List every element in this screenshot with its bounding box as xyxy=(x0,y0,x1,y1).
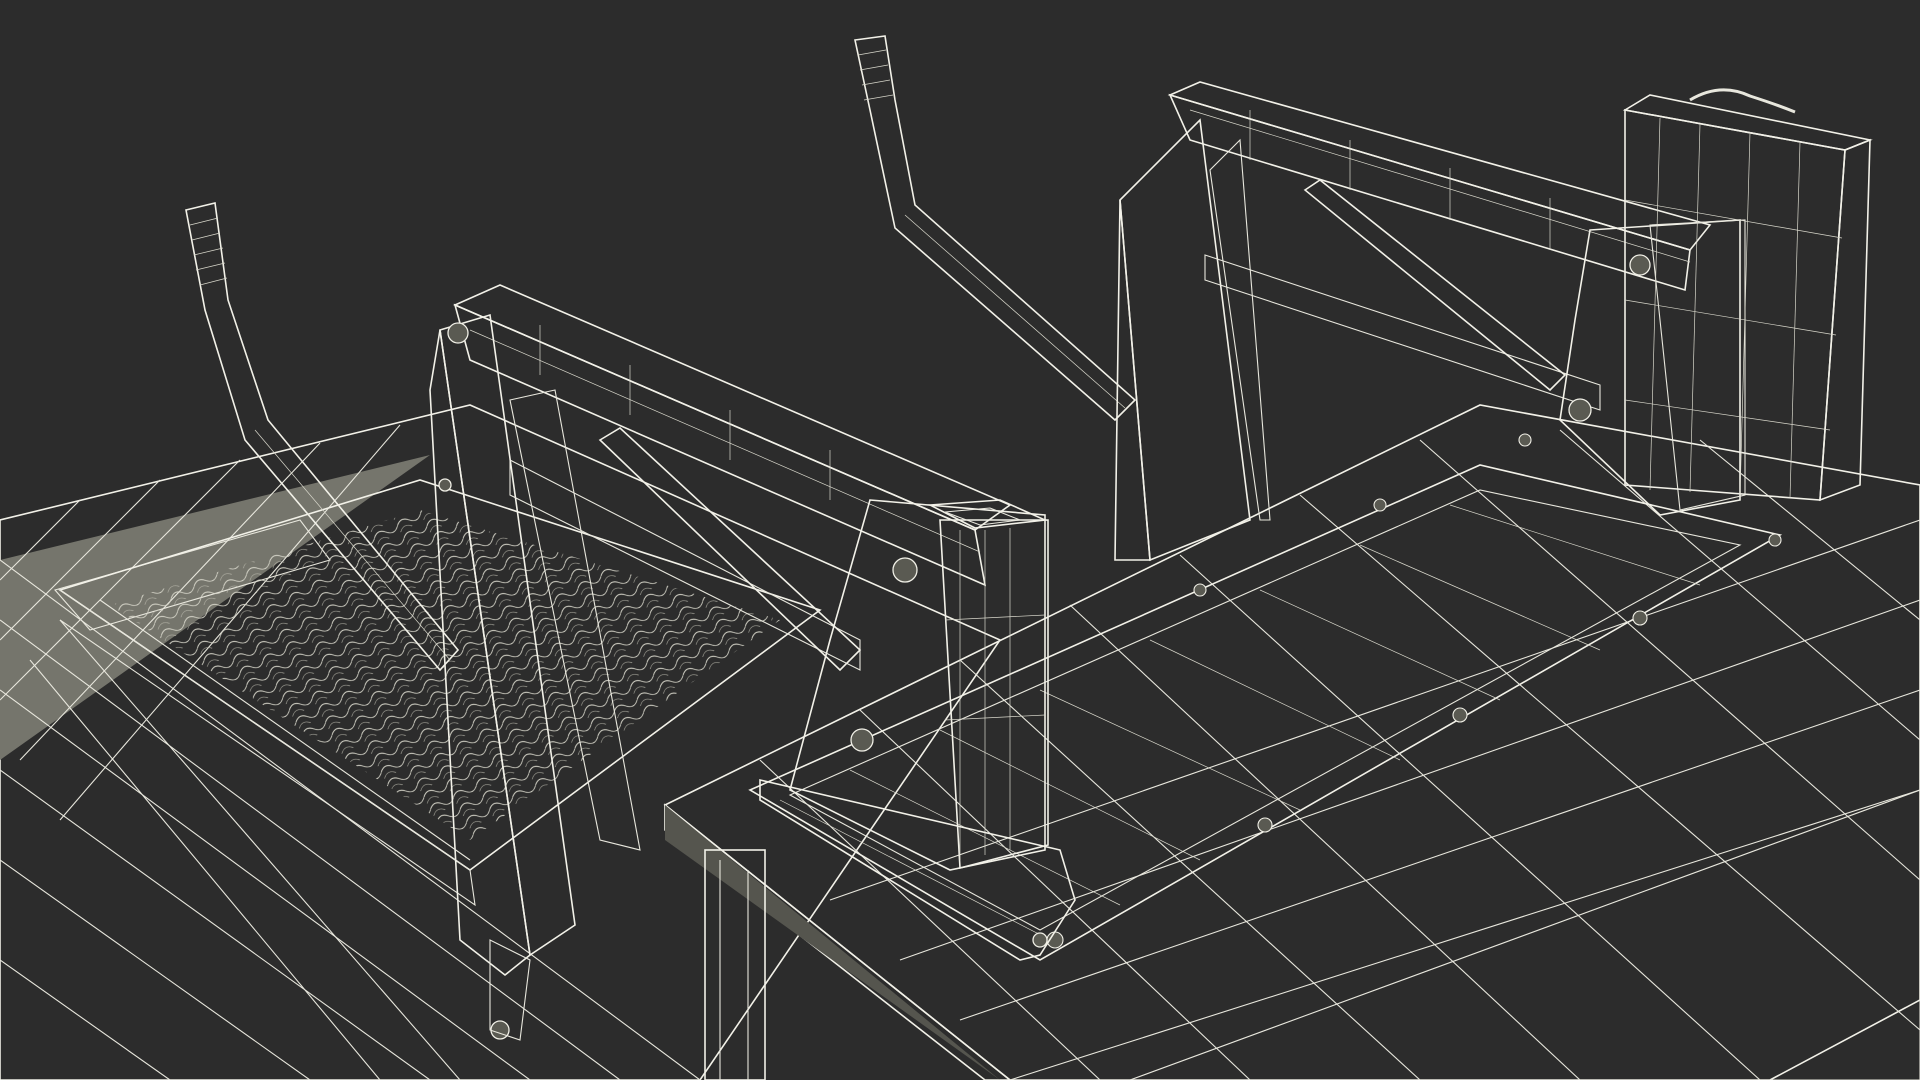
wireframe-render-viewport xyxy=(0,0,1920,1080)
